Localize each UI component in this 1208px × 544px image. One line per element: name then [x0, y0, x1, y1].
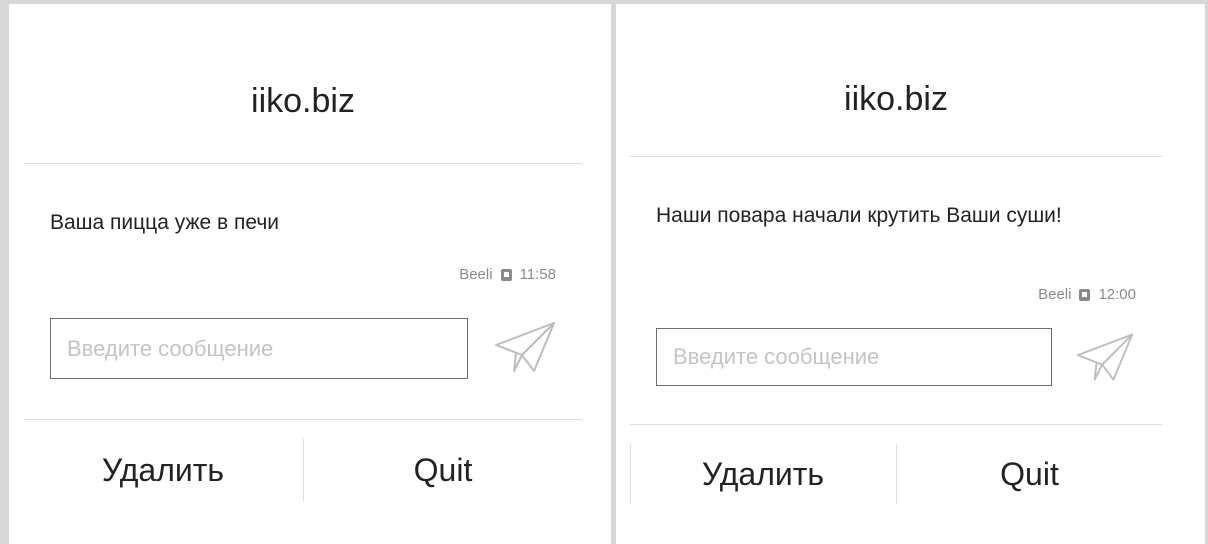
sender-name: Beeli: [1038, 286, 1072, 303]
message-time: 12:00: [1098, 286, 1136, 303]
quit-button[interactable]: Quit: [897, 444, 1162, 504]
reply-input-placeholder: Введите сообщение: [67, 335, 274, 361]
paper-plane-icon[interactable]: [1074, 330, 1136, 386]
paper-plane-icon[interactable]: [492, 319, 558, 377]
quit-button[interactable]: Quit: [304, 439, 582, 501]
delete-button[interactable]: Удалить: [24, 439, 302, 501]
message-meta: Beeli 12:00: [1038, 286, 1136, 303]
reply-input[interactable]: Введите сообщение: [656, 328, 1052, 386]
left-edge-separator: [630, 444, 631, 504]
actions-divider: [24, 419, 582, 420]
title-divider: [630, 156, 1162, 157]
notification-message: Наши повара начали крутить Ваши суши!: [656, 204, 1062, 227]
notification-title: iiko.biz: [844, 80, 948, 118]
delete-button[interactable]: Удалить: [630, 444, 896, 504]
notification-title: iiko.biz: [251, 82, 355, 120]
reply-input[interactable]: Введите сообщение: [50, 318, 468, 379]
sender-name: Beeli: [459, 266, 493, 283]
message-meta: Beeli 11:58: [459, 266, 556, 283]
notification-message: Ваша пицца уже в печи: [50, 211, 280, 234]
lock-icon: [500, 268, 512, 281]
lock-icon: [1079, 288, 1091, 301]
title-divider: [24, 163, 582, 164]
notification-card-2: iiko.biz Наши повара начали крутить Ваши…: [630, 62, 1162, 522]
panel-divider: [611, 0, 616, 544]
actions-divider: [630, 424, 1162, 425]
notification-card-1: iiko.biz Ваша пицца уже в печи Beeli 11:…: [24, 62, 582, 522]
message-time: 11:58: [519, 266, 556, 283]
reply-input-placeholder: Введите сообщение: [673, 344, 880, 369]
